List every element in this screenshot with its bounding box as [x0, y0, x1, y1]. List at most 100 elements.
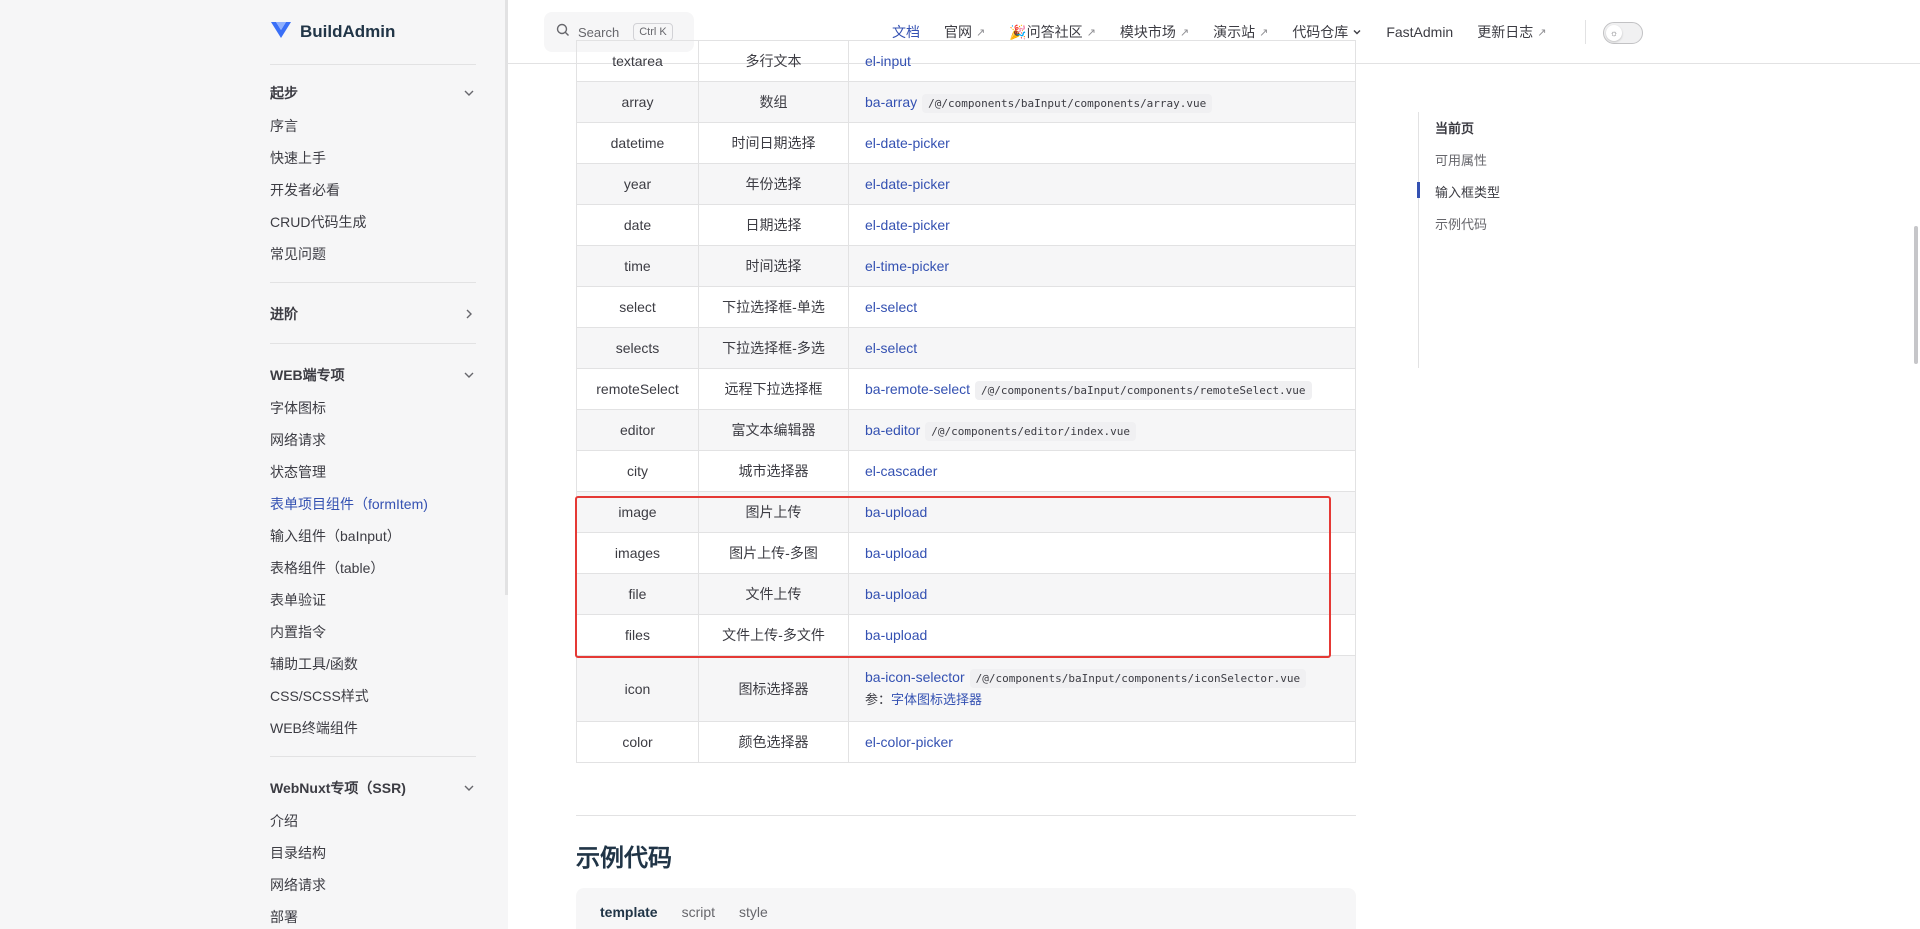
name-cell: 下拉选择框-多选: [698, 327, 849, 369]
theme-toggle[interactable]: ☼: [1603, 22, 1643, 44]
name-cell: 图片上传: [698, 491, 849, 533]
sidebar-nav: 起步 序言 快速上手 开发者必看 CRUD代码生成 常见问题 进阶 WEB端专项…: [270, 74, 476, 929]
divider: [576, 815, 1356, 816]
component-link[interactable]: el-cascader: [865, 463, 937, 479]
component-link[interactable]: ba-upload: [865, 504, 927, 520]
menu-item-changelog[interactable]: 更新日志 ↗: [1477, 22, 1546, 42]
reference-line: 参：字体图标选择器: [865, 689, 1339, 708]
outline-item[interactable]: 示例代码: [1435, 214, 1487, 233]
menu-item-repo[interactable]: 代码仓库: [1292, 22, 1362, 42]
type-cell: city: [576, 450, 699, 492]
sidebar-item[interactable]: 内置指令: [270, 616, 476, 648]
component-cell: el-date-picker: [848, 163, 1356, 205]
name-cell: 多行文本: [698, 40, 849, 82]
sidebar-item[interactable]: 字体图标: [270, 392, 476, 424]
sidebar-item[interactable]: 网络请求: [270, 424, 476, 456]
nav-group-header[interactable]: WebNuxt专项（SSR): [270, 771, 476, 805]
component-link[interactable]: ba-upload: [865, 545, 927, 561]
reference-link[interactable]: 字体图标选择器: [891, 692, 982, 707]
nav-group-header[interactable]: WEB端专项: [270, 358, 476, 392]
name-cell: 下拉选择框-单选: [698, 286, 849, 328]
component-link[interactable]: ba-upload: [865, 586, 927, 602]
component-link[interactable]: el-select: [865, 340, 917, 356]
name-cell: 文件上传-多文件: [698, 614, 849, 656]
sidebar-item[interactable]: 部署: [270, 901, 476, 929]
component-link[interactable]: el-time-picker: [865, 258, 949, 274]
menu-item-demo[interactable]: 演示站 ↗: [1213, 22, 1268, 42]
component-link[interactable]: el-select: [865, 299, 917, 315]
component-link[interactable]: el-date-picker: [865, 217, 950, 233]
brand-name: BuildAdmin: [300, 22, 396, 41]
component-line: el-date-picker: [865, 176, 1339, 192]
component-cell: el-time-picker: [848, 245, 1356, 287]
component-cell: ba-upload: [848, 491, 1356, 533]
sidebar-item[interactable]: 辅助工具/函数: [270, 648, 476, 680]
component-line: ba-editor /@/components/editor/index.vue: [865, 422, 1339, 441]
page-scrollbar-thumb[interactable]: [1914, 226, 1918, 364]
sidebar-item[interactable]: 表格组件（table）: [270, 552, 476, 584]
sidebar-item[interactable]: 开发者必看: [270, 174, 476, 206]
menu-item-fastadmin[interactable]: FastAdmin: [1386, 24, 1453, 40]
outline-item-active[interactable]: 输入框类型: [1435, 182, 1500, 201]
sidebar-item[interactable]: CSS/SCSS样式: [270, 680, 476, 712]
name-cell: 图片上传-多图: [698, 532, 849, 574]
name-cell: 城市选择器: [698, 450, 849, 492]
sidebar-item[interactable]: 序言: [270, 110, 476, 142]
component-path-code: /@/components/editor/index.vue: [925, 422, 1136, 441]
tab-style[interactable]: style: [739, 904, 768, 929]
menu-item-label: 更新日志: [1477, 24, 1534, 40]
sidebar-item[interactable]: 表单验证: [270, 584, 476, 616]
menu-item-docs[interactable]: 文档: [892, 22, 920, 42]
menu-item-website[interactable]: 官网 ↗: [944, 22, 985, 42]
menu-item-market[interactable]: 模块市场 ↗: [1120, 22, 1189, 42]
menu-item-label: 代码仓库: [1292, 24, 1349, 40]
component-link[interactable]: ba-array: [865, 94, 917, 110]
chevron-down-icon: [462, 86, 476, 100]
brand[interactable]: BuildAdmin: [270, 18, 395, 46]
sidebar-item[interactable]: 网络请求: [270, 869, 476, 901]
sidebar-item[interactable]: 状态管理: [270, 456, 476, 488]
component-link[interactable]: el-date-picker: [865, 135, 950, 151]
page-scrollbar[interactable]: [1912, 0, 1920, 929]
component-link[interactable]: ba-remote-select: [865, 381, 970, 397]
component-line: ba-upload: [865, 586, 1339, 602]
tab-template[interactable]: template: [600, 904, 658, 929]
component-link[interactable]: ba-icon-selector: [865, 669, 965, 685]
sidebar-item[interactable]: CRUD代码生成: [270, 206, 476, 238]
component-link[interactable]: ba-upload: [865, 627, 927, 643]
sidebar-item-active[interactable]: 表单项目组件（formItem): [270, 488, 476, 520]
sidebar-scrollbar[interactable]: [505, 0, 508, 595]
component-link[interactable]: el-color-picker: [865, 734, 953, 750]
input-types-table-body: textarea 多行文本 el-input array 数组 ba-array /@/co…: [576, 40, 1356, 763]
table-row: file 文件上传 ba-upload: [576, 573, 1356, 615]
search-shortcut: Ctrl K: [633, 23, 673, 41]
nav-group-header[interactable]: 进阶: [270, 297, 476, 331]
component-path-code: /@/components/baInput/components/array.v…: [922, 94, 1213, 113]
component-line: el-date-picker: [865, 217, 1339, 233]
sidebar-item[interactable]: WEB终端组件: [270, 712, 476, 744]
sidebar-item[interactable]: 快速上手: [270, 142, 476, 174]
sidebar-item[interactable]: 输入组件（baInput）: [270, 520, 476, 552]
table-row: textarea 多行文本 el-input: [576, 40, 1356, 82]
outline-item[interactable]: 可用属性: [1435, 150, 1487, 169]
table-row: city 城市选择器 el-cascader: [576, 450, 1356, 492]
component-link[interactable]: ba-editor: [865, 422, 920, 438]
component-link[interactable]: el-date-picker: [865, 176, 950, 192]
sidebar-item[interactable]: 介绍: [270, 805, 476, 837]
nav-group-title: 起步: [270, 85, 298, 101]
nav-group-header[interactable]: 起步: [270, 76, 476, 110]
component-link[interactable]: el-input: [865, 53, 911, 69]
sidebar-item[interactable]: 常见问题: [270, 238, 476, 270]
name-cell: 时间选择: [698, 245, 849, 287]
outline-title: 当前页: [1435, 121, 1475, 136]
external-link-icon: ↗: [976, 26, 986, 39]
component-cell: el-color-picker: [848, 721, 1356, 763]
name-cell: 图标选择器: [698, 655, 849, 722]
type-cell: images: [576, 532, 699, 574]
tab-script[interactable]: script: [682, 904, 715, 929]
menu-item-label: 文档: [892, 24, 920, 40]
sidebar-item[interactable]: 目录结构: [270, 837, 476, 869]
menu-item-community[interactable]: 🎉问答社区 ↗: [1009, 22, 1096, 42]
type-cell: time: [576, 245, 699, 287]
type-cell: color: [576, 721, 699, 763]
